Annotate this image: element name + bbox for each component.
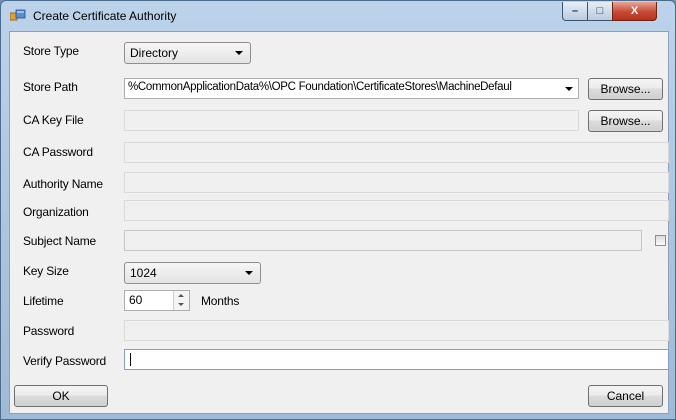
password-field[interactable] bbox=[124, 320, 669, 341]
ca-password-label: CA Password bbox=[23, 145, 93, 159]
key-size-dropdown[interactable]: 1024 bbox=[124, 262, 261, 284]
store-path-combo[interactable]: %CommonApplicationData%\OPC Foundation\C… bbox=[124, 78, 579, 99]
subject-name-field[interactable] bbox=[124, 230, 642, 251]
spin-up-icon[interactable] bbox=[174, 291, 189, 300]
store-path-browse-button[interactable]: Browse... bbox=[588, 78, 663, 100]
ca-key-file-label: CA Key File bbox=[23, 113, 84, 127]
organization-field[interactable] bbox=[124, 200, 669, 221]
maximize-icon: □ bbox=[596, 5, 604, 17]
close-icon: X bbox=[630, 5, 639, 17]
subject-name-label: Subject Name bbox=[23, 234, 96, 248]
chevron-down-icon bbox=[235, 51, 243, 55]
organization-label: Organization bbox=[23, 205, 89, 219]
window-title: Create Certificate Authority bbox=[33, 9, 177, 23]
title-bar[interactable]: Create Certificate Authority – □ X bbox=[1, 1, 675, 31]
maximize-button[interactable]: □ bbox=[587, 2, 613, 21]
lifetime-spinner[interactable]: 60 bbox=[124, 290, 190, 311]
lifetime-label: Lifetime bbox=[23, 294, 64, 308]
verify-password-label: Verify Password bbox=[23, 354, 107, 368]
subject-name-checkbox[interactable] bbox=[655, 235, 666, 246]
chevron-down-icon bbox=[245, 271, 253, 275]
store-path-value: %CommonApplicationData%\OPC Foundation\C… bbox=[128, 81, 512, 93]
key-size-label: Key Size bbox=[23, 264, 69, 278]
ok-button[interactable]: OK bbox=[14, 385, 108, 407]
key-size-value: 1024 bbox=[130, 266, 157, 280]
store-type-value: Directory bbox=[130, 46, 179, 60]
lifetime-spin-buttons[interactable] bbox=[173, 291, 189, 310]
password-label: Password bbox=[23, 324, 75, 338]
dialog-client-area: Store Type Directory Store Path %CommonA… bbox=[9, 31, 669, 414]
ca-password-field[interactable] bbox=[124, 142, 669, 163]
cancel-button[interactable]: Cancel bbox=[588, 385, 663, 407]
ca-key-file-field[interactable] bbox=[124, 110, 579, 131]
create-certificate-authority-window: Create Certificate Authority – □ X Store… bbox=[0, 0, 676, 420]
minimize-icon: – bbox=[571, 5, 579, 17]
minimize-button[interactable]: – bbox=[562, 2, 588, 21]
spin-down-icon[interactable] bbox=[174, 300, 189, 309]
close-button[interactable]: X bbox=[612, 2, 657, 21]
verify-password-field[interactable] bbox=[124, 349, 669, 370]
certificate-app-icon bbox=[10, 9, 26, 21]
chevron-down-icon bbox=[565, 86, 573, 91]
store-type-label: Store Type bbox=[23, 44, 79, 58]
authority-name-field[interactable] bbox=[124, 172, 669, 193]
lifetime-value: 60 bbox=[129, 293, 143, 307]
ca-key-file-browse-button[interactable]: Browse... bbox=[588, 110, 663, 132]
text-cursor bbox=[130, 353, 131, 366]
authority-name-label: Authority Name bbox=[23, 177, 103, 191]
store-type-dropdown[interactable]: Directory bbox=[124, 42, 251, 64]
store-path-label: Store Path bbox=[23, 80, 78, 94]
lifetime-unit-label: Months bbox=[201, 294, 240, 308]
